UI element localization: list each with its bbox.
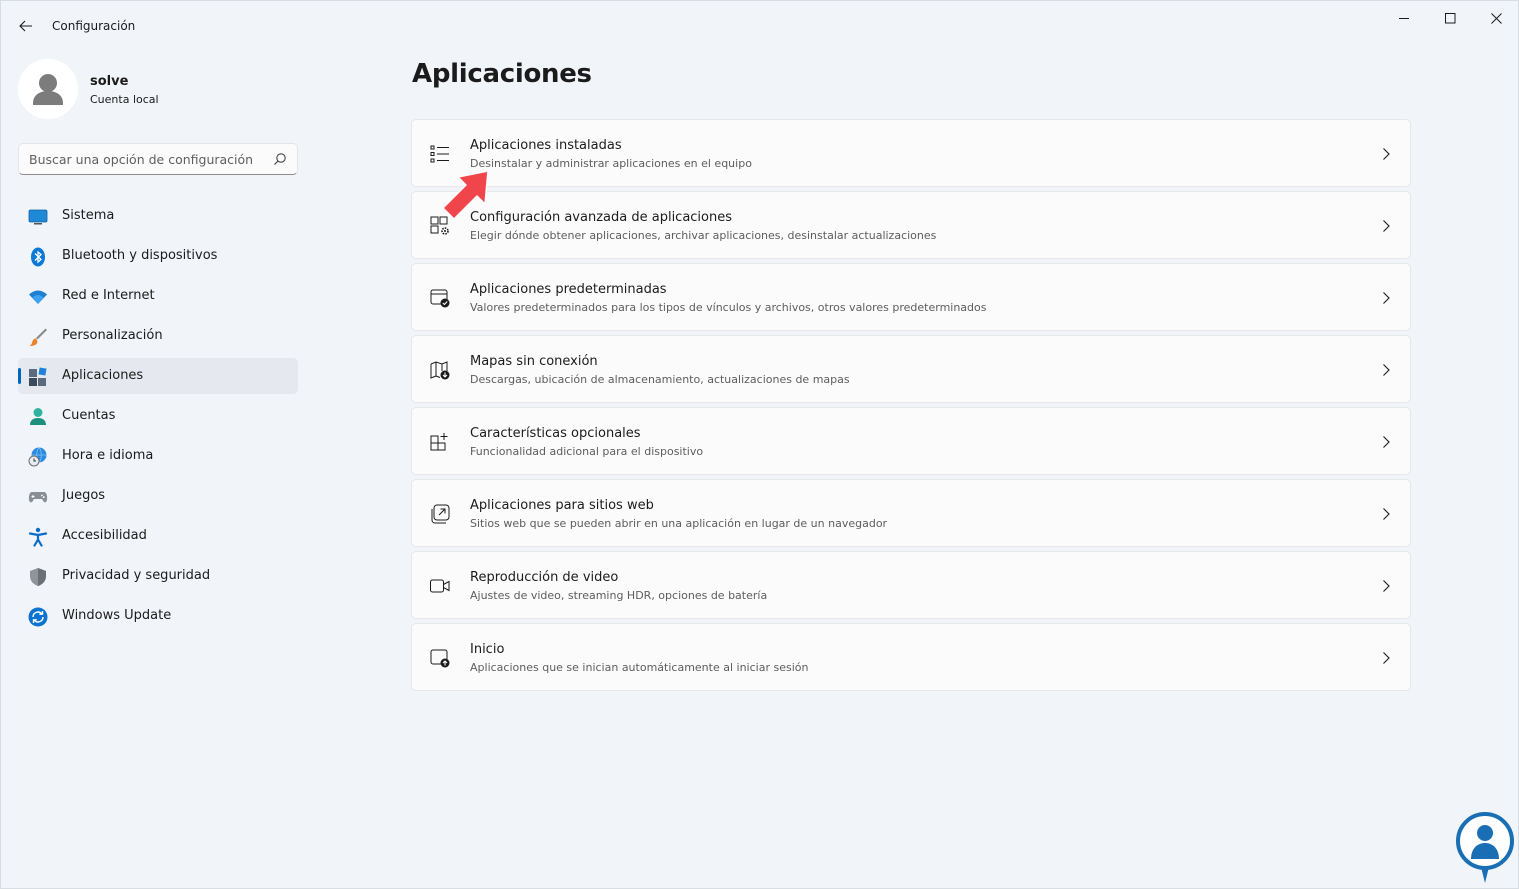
sidebar-item-accesibilidad[interactable]: Accesibilidad <box>18 518 298 554</box>
chevron-right-icon <box>1383 292 1390 304</box>
minimize-button[interactable] <box>1381 1 1427 35</box>
startup-icon <box>430 649 450 668</box>
chevron-right-icon <box>1383 436 1390 448</box>
page-title: Aplicaciones <box>412 59 592 89</box>
settings-window: Configuración solve Cuenta local Buscar … <box>0 0 1519 889</box>
sidebar-item-label: Red e Internet <box>62 288 155 303</box>
sidebar-item-personalizacion[interactable]: Personalización <box>18 318 298 354</box>
search-input[interactable] <box>19 144 269 174</box>
sidebar-item-hora-idioma[interactable]: Hora e idioma <box>18 438 298 474</box>
card-aplicaciones-instaladas[interactable]: Aplicaciones instaladas Desinstalar y ad… <box>411 119 1411 187</box>
chevron-right-icon <box>1383 220 1390 232</box>
shield-icon <box>30 568 46 586</box>
update-icon <box>28 607 48 627</box>
card-aplicaciones-sitios-web[interactable]: Aplicaciones para sitios web Sitios web … <box>411 479 1411 547</box>
card-title: Inicio <box>470 642 505 657</box>
user-name: solve <box>90 74 129 89</box>
sidebar-item-label: Sistema <box>62 208 115 223</box>
gamepad-icon <box>28 492 48 503</box>
accessibility-icon <box>28 527 48 547</box>
chevron-right-icon <box>1383 580 1390 592</box>
monitor-icon <box>28 209 48 225</box>
apps-icon <box>29 367 47 386</box>
title-bar: Configuración <box>1 1 1518 51</box>
sidebar-item-windows-update[interactable]: Windows Update <box>18 598 298 634</box>
sidebar-item-label: Windows Update <box>62 608 172 623</box>
paintbrush-icon <box>29 328 47 346</box>
search-box[interactable] <box>18 143 298 175</box>
card-description: Elegir dónde obtener aplicaciones, archi… <box>470 229 937 242</box>
sidebar-item-aplicaciones[interactable]: Aplicaciones <box>18 358 298 394</box>
avatar[interactable] <box>18 59 78 119</box>
back-arrow-icon <box>19 20 32 32</box>
watermark-logo <box>1456 812 1514 883</box>
sidebar-item-label: Personalización <box>62 328 163 343</box>
sidebar-item-label: Aplicaciones <box>62 368 144 383</box>
sidebar-item-label: Cuentas <box>62 408 116 423</box>
grid-plus-icon <box>430 433 448 451</box>
card-inicio[interactable]: Inicio Aplicaciones que se inician autom… <box>411 623 1411 691</box>
wifi-icon <box>29 290 47 304</box>
account-type: Cuenta local <box>90 93 159 106</box>
card-aplicaciones-predeterminadas[interactable]: Aplicaciones predeterminadas Valores pre… <box>411 263 1411 331</box>
sidebar-item-label: Bluetooth y dispositivos <box>62 248 218 263</box>
chevron-right-icon <box>1383 652 1390 664</box>
sidebar-item-red[interactable]: Red e Internet <box>18 278 298 314</box>
back-button[interactable] <box>11 12 41 40</box>
video-camera-icon <box>430 579 450 593</box>
card-configuracion-avanzada[interactable]: Configuración avanzada de aplicaciones E… <box>411 191 1411 259</box>
globe-clock-icon <box>28 447 47 467</box>
card-description: Descargas, ubicación de almacenamiento, … <box>470 373 850 386</box>
sidebar-item-cuentas[interactable]: Cuentas <box>18 398 298 434</box>
open-external-icon <box>431 504 450 524</box>
person-icon <box>30 408 46 425</box>
card-title: Mapas sin conexión <box>470 354 598 369</box>
maximize-icon <box>1444 12 1455 23</box>
card-mapas-sin-conexion[interactable]: Mapas sin conexión Descargas, ubicación … <box>411 335 1411 403</box>
sidebar-item-label: Juegos <box>62 488 106 503</box>
card-description: Valores predeterminados para los tipos d… <box>470 301 987 314</box>
close-icon <box>1490 12 1502 24</box>
close-button[interactable] <box>1473 1 1519 35</box>
card-title: Características opcionales <box>470 426 641 441</box>
card-description: Ajustes de video, streaming HDR, opcione… <box>470 589 768 602</box>
card-title: Aplicaciones instaladas <box>470 138 622 153</box>
active-indicator <box>18 368 21 384</box>
bluetooth-icon <box>31 247 45 267</box>
card-description: Aplicaciones que se inician automáticame… <box>470 661 809 674</box>
card-caracteristicas-opcionales[interactable]: Características opcionales Funcionalidad… <box>411 407 1411 475</box>
sidebar-item-privacidad[interactable]: Privacidad y seguridad <box>18 558 298 594</box>
maximize-button[interactable] <box>1427 1 1473 35</box>
sidebar-item-label: Hora e idioma <box>62 448 154 463</box>
sidebar-item-bluetooth[interactable]: Bluetooth y dispositivos <box>18 238 298 274</box>
card-title: Configuración avanzada de aplicaciones <box>470 210 733 225</box>
chevron-right-icon <box>1383 148 1390 160</box>
card-description: Desinstalar y administrar aplicaciones e… <box>470 157 752 170</box>
card-reproduccion-video[interactable]: Reproducción de video Ajustes de video, … <box>411 551 1411 619</box>
annotation-arrow-icon <box>442 170 489 220</box>
sidebar-item-sistema[interactable]: Sistema <box>18 198 298 234</box>
sidebar-item-label: Privacidad y seguridad <box>62 568 211 583</box>
chevron-right-icon <box>1383 364 1390 376</box>
default-apps-icon <box>430 289 450 308</box>
map-download-icon <box>430 361 450 380</box>
user-avatar-icon <box>18 59 78 119</box>
card-title: Reproducción de video <box>470 570 619 585</box>
card-title: Aplicaciones predeterminadas <box>470 282 667 297</box>
card-description: Sitios web que se pueden abrir en una ap… <box>470 517 888 530</box>
sidebar-item-juegos[interactable]: Juegos <box>18 478 298 514</box>
minimize-icon <box>1398 17 1409 19</box>
card-title: Aplicaciones para sitios web <box>470 498 654 513</box>
chevron-right-icon <box>1383 508 1390 520</box>
app-title: Configuración <box>52 19 136 33</box>
card-description: Funcionalidad adicional para el disposit… <box>470 445 704 458</box>
sidebar-item-label: Accesibilidad <box>62 528 147 543</box>
search-icon[interactable] <box>273 152 287 166</box>
